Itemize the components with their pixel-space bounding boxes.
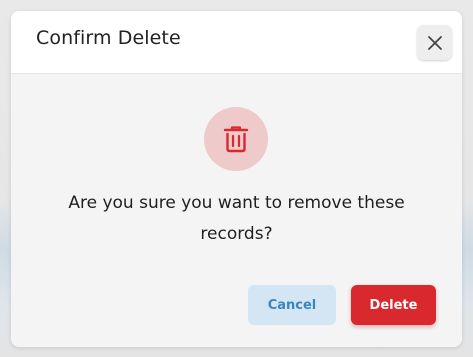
delete-button[interactable]: Delete bbox=[351, 285, 436, 325]
close-button[interactable] bbox=[417, 25, 452, 60]
confirmation-message: Are you sure you want to remove these re… bbox=[68, 193, 405, 244]
cancel-button[interactable]: Cancel bbox=[248, 285, 336, 325]
close-icon bbox=[427, 35, 442, 50]
warning-icon-badge bbox=[204, 107, 268, 171]
dialog-title: Confirm Delete bbox=[36, 27, 181, 49]
trash-icon bbox=[223, 126, 249, 153]
confirm-delete-dialog: Confirm Delete Are you sure you want to … bbox=[11, 11, 462, 347]
dialog-header: Confirm Delete bbox=[11, 11, 462, 74]
